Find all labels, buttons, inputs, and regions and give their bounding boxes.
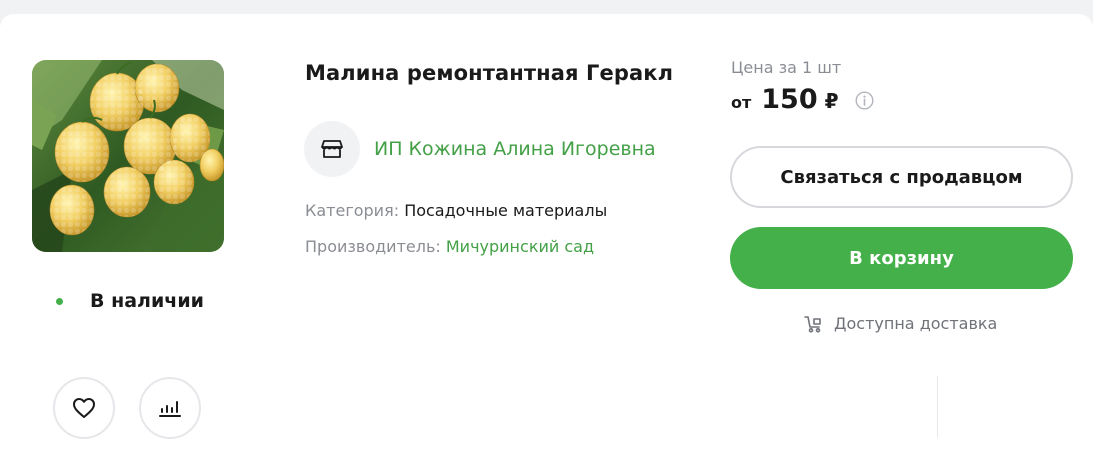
- product-title[interactable]: Малина ремонтантная Геракл: [305, 61, 673, 85]
- in-stock-dot-icon: [56, 297, 63, 305]
- price-caption: Цена за 1 шт: [731, 58, 842, 77]
- manufacturer-row: Производитель: Мичуринский сад: [305, 237, 594, 256]
- contact-seller-button[interactable]: Связаться с продавцом: [730, 146, 1073, 208]
- availability-label: В наличии: [90, 290, 204, 312]
- delivery-label: Доступна доставка: [834, 314, 998, 333]
- manufacturer-link[interactable]: Мичуринский сад: [446, 237, 594, 256]
- info-icon[interactable]: [855, 91, 874, 110]
- product-card: В наличии Малина ремонтантная Геракл ИП …: [0, 14, 1093, 475]
- manufacturer-label: Производитель:: [305, 237, 441, 256]
- category-row: Категория: Посадочные материалы: [305, 201, 607, 220]
- seller-avatar: [304, 121, 360, 177]
- price-from: от: [731, 93, 752, 112]
- price-value: 150: [761, 84, 818, 115]
- category-value: Посадочные материалы: [404, 201, 608, 220]
- divider: [937, 376, 938, 438]
- seller-info[interactable]: ИП Кожина Алина Игоревна: [304, 121, 656, 177]
- product-image[interactable]: [32, 60, 224, 252]
- price-currency: ₽: [824, 89, 839, 113]
- favorite-button[interactable]: [53, 377, 115, 439]
- seller-name-link[interactable]: ИП Кожина Алина Игоревна: [374, 138, 656, 160]
- delivery-info: Доступна доставка: [804, 314, 997, 333]
- category-label: Категория:: [305, 201, 400, 220]
- compare-chart-icon: [159, 401, 181, 417]
- store-icon: [321, 140, 343, 158]
- compare-button[interactable]: [139, 377, 201, 439]
- price: от 150 ₽: [731, 84, 874, 115]
- heart-icon: [73, 398, 95, 418]
- raspberry-photo: [32, 60, 224, 252]
- add-to-cart-button[interactable]: В корзину: [730, 227, 1073, 289]
- delivery-cart-icon: [804, 315, 821, 333]
- availability-status: В наличии: [56, 290, 204, 312]
